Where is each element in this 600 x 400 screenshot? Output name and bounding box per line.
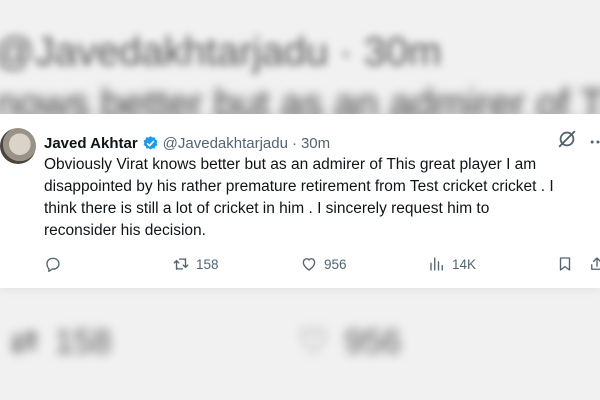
more-options-icon[interactable] xyxy=(588,132,600,152)
tweet-actions: 158 956 14K xyxy=(0,252,600,276)
grok-icon[interactable] xyxy=(556,128,578,150)
bg-retweet-count: 158 xyxy=(54,323,112,361)
bookmark-icon xyxy=(559,257,571,271)
bg-handle-line: @Javedakhtarjadu · 30m xyxy=(0,30,442,74)
tweet-text-line: think there is still a lot of cricket in… xyxy=(44,200,490,217)
bg-heart-icon: ♡ xyxy=(298,323,329,361)
tweet-header: Javed Akhtar @Javedakhtarjadu · 30m xyxy=(44,132,330,154)
reply-button[interactable] xyxy=(44,252,62,276)
bookmark-button[interactable] xyxy=(556,252,574,276)
tweet-text-line: disappointed by his rather premature ret… xyxy=(44,178,554,195)
tweet-text-line: Obviously Virat knows better but as an a… xyxy=(44,156,537,173)
views-count: 14K xyxy=(452,256,477,272)
timestamp[interactable]: 30m xyxy=(301,135,330,152)
reply-icon xyxy=(46,257,60,273)
views-icon xyxy=(430,257,443,271)
author-handle[interactable]: @Javedakhtarjadu xyxy=(163,135,288,152)
avatar[interactable] xyxy=(0,128,36,164)
bg-like-count: 956 xyxy=(344,323,402,361)
bg-like: ♡ 956 xyxy=(298,322,401,362)
retweet-button[interactable]: 158 xyxy=(172,252,219,276)
heart-icon xyxy=(302,258,316,271)
bg-retweet-icon: ⇄ xyxy=(10,323,39,361)
like-button[interactable]: 956 xyxy=(300,252,347,276)
tweet-card[interactable]: Javed Akhtar @Javedakhtarjadu · 30m Obvi… xyxy=(0,114,600,288)
bg-retweet: ⇄ 158 xyxy=(10,322,111,362)
author-name[interactable]: Javed Akhtar xyxy=(44,135,138,152)
verified-badge-icon xyxy=(143,135,158,150)
tweet-text: Obviously Virat knows better but as an a… xyxy=(44,154,600,242)
like-count: 956 xyxy=(324,256,347,272)
tweet-text-line: reconsider his decision. xyxy=(44,222,206,239)
views-button[interactable]: 14K xyxy=(428,252,476,276)
separator-dot: · xyxy=(291,134,297,152)
retweet-count: 158 xyxy=(196,256,219,272)
retweet-icon xyxy=(173,258,189,270)
share-icon xyxy=(591,257,600,270)
share-button[interactable] xyxy=(588,252,600,276)
